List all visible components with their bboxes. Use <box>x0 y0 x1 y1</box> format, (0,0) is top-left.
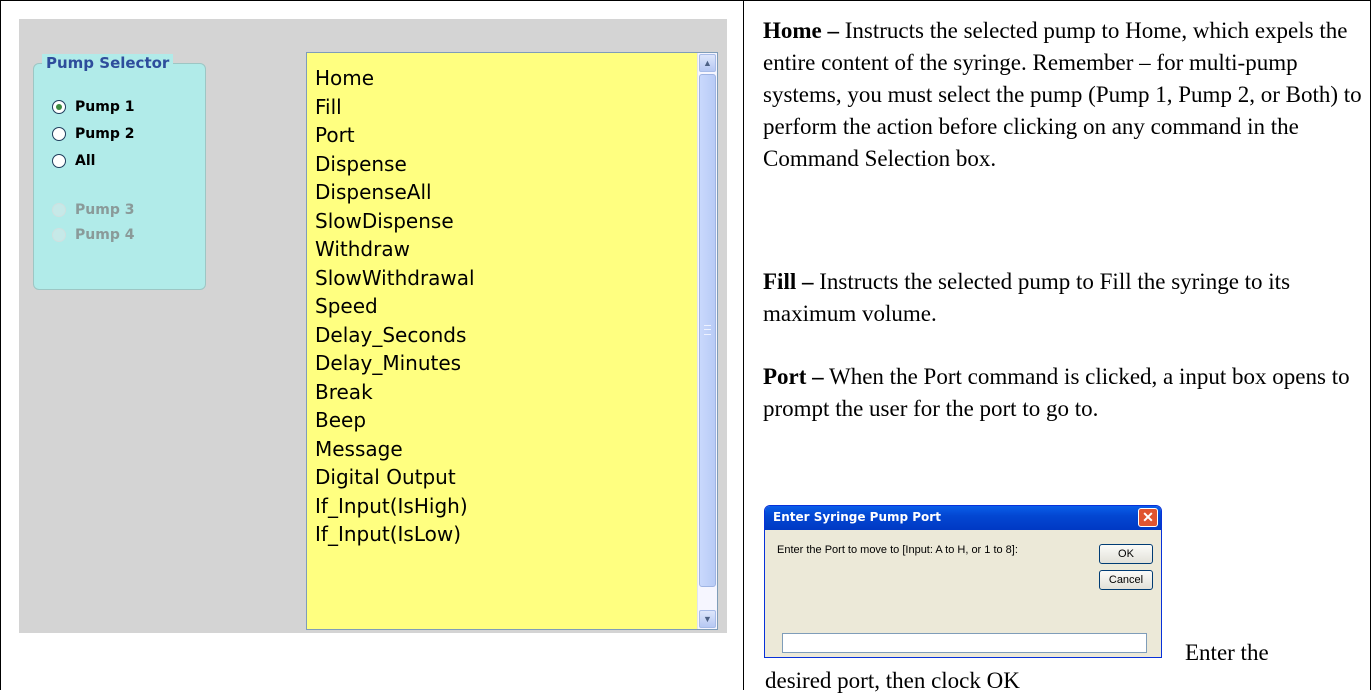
radio-label: All <box>75 153 96 169</box>
radio-pump-3: Pump 3 <box>52 202 134 218</box>
radio-label: Pump 2 <box>75 126 135 142</box>
command-item-message[interactable]: Message <box>315 435 475 464</box>
command-item-dispenseall[interactable]: DispenseAll <box>315 178 475 207</box>
scroll-up-arrow-icon[interactable]: ▲ <box>699 54 716 72</box>
command-item-delay-minutes[interactable]: Delay_Minutes <box>315 349 475 378</box>
radio-disabled-icon <box>52 228 66 242</box>
radio-pump-1[interactable]: Pump 1 <box>52 99 134 115</box>
pump-selector-title: Pump Selector <box>42 54 174 72</box>
vertical-scrollbar[interactable]: ▲ ▼ <box>697 53 717 629</box>
radio-label: Pump 3 <box>75 202 135 218</box>
port-term: Port – <box>763 364 824 389</box>
port-text: When the Port command is clicked, a inpu… <box>763 364 1350 421</box>
radio-disabled-icon <box>52 203 66 217</box>
dialog-prompt: Enter the Port to move to [Input: A to H… <box>777 544 1018 556</box>
home-term: Home – <box>763 18 840 43</box>
radio-pump-2[interactable]: Pump 2 <box>52 126 134 142</box>
scroll-thumb[interactable] <box>699 74 716 587</box>
command-item-port[interactable]: Port <box>315 121 475 150</box>
command-item-delay-seconds[interactable]: Delay_Seconds <box>315 321 475 350</box>
home-text: Instructs the selected pump to Home, whi… <box>763 18 1362 171</box>
radio-checked-icon[interactable] <box>52 100 66 114</box>
after-dialog-text-2: desired port, then clock OK <box>765 668 1020 693</box>
port-description: Port – When the Port command is clicked,… <box>763 361 1363 425</box>
dialog-title: Enter Syringe Pump Port <box>773 510 941 524</box>
command-item-break[interactable]: Break <box>315 378 475 407</box>
pump-selector-group: Pump Selector Pump 1 Pump 2 All Pump 3 P… <box>33 54 206 290</box>
scroll-grip-icon <box>704 325 711 335</box>
command-item-speed[interactable]: Speed <box>315 292 475 321</box>
home-description: Home – Instructs the selected pump to Ho… <box>763 15 1363 175</box>
port-input-field[interactable] <box>782 633 1147 653</box>
command-item-digital-output[interactable]: Digital Output <box>315 463 475 492</box>
command-item-beep[interactable]: Beep <box>315 406 475 435</box>
dialog-titlebar: Enter Syringe Pump Port ✕ <box>765 506 1161 530</box>
radio-unchecked-icon[interactable] <box>52 154 66 168</box>
column-divider <box>743 0 744 690</box>
command-item-withdraw[interactable]: Withdraw <box>315 235 475 264</box>
radio-pump-4: Pump 4 <box>52 227 134 243</box>
fill-text: Instructs the selected pump to Fill the … <box>763 269 1291 326</box>
command-item-if-input-ishigh[interactable]: If_Input(IsHigh) <box>315 492 475 521</box>
command-listbox[interactable]: Home Fill Port Dispense DispenseAll Slow… <box>306 52 718 630</box>
command-item-dispense[interactable]: Dispense <box>315 150 475 179</box>
fill-term: Fill – <box>763 269 814 294</box>
port-input-dialog: Enter Syringe Pump Port ✕ Enter the Port… <box>764 505 1162 658</box>
radio-label: Pump 1 <box>75 99 135 115</box>
radio-all[interactable]: All <box>52 153 95 169</box>
command-item-if-input-islow[interactable]: If_Input(IsLow) <box>315 520 475 549</box>
close-icon[interactable]: ✕ <box>1138 508 1158 527</box>
command-item-fill[interactable]: Fill <box>315 93 475 122</box>
command-item-home[interactable]: Home <box>315 64 475 93</box>
after-dialog-text: Enter the <box>1185 640 1269 665</box>
app-screenshot: Pump Selector Pump 1 Pump 2 All Pump 3 P… <box>19 19 727 633</box>
command-item-slowdispense[interactable]: SlowDispense <box>315 207 475 236</box>
ok-button[interactable]: OK <box>1099 544 1153 564</box>
scroll-down-arrow-icon[interactable]: ▼ <box>699 610 716 628</box>
radio-unchecked-icon[interactable] <box>52 127 66 141</box>
radio-label: Pump 4 <box>75 227 135 243</box>
cancel-button[interactable]: Cancel <box>1099 570 1153 590</box>
fill-description: Fill – Instructs the selected pump to Fi… <box>763 266 1363 330</box>
command-item-slowwithdrawal[interactable]: SlowWithdrawal <box>315 264 475 293</box>
command-items: Home Fill Port Dispense DispenseAll Slow… <box>315 64 475 549</box>
